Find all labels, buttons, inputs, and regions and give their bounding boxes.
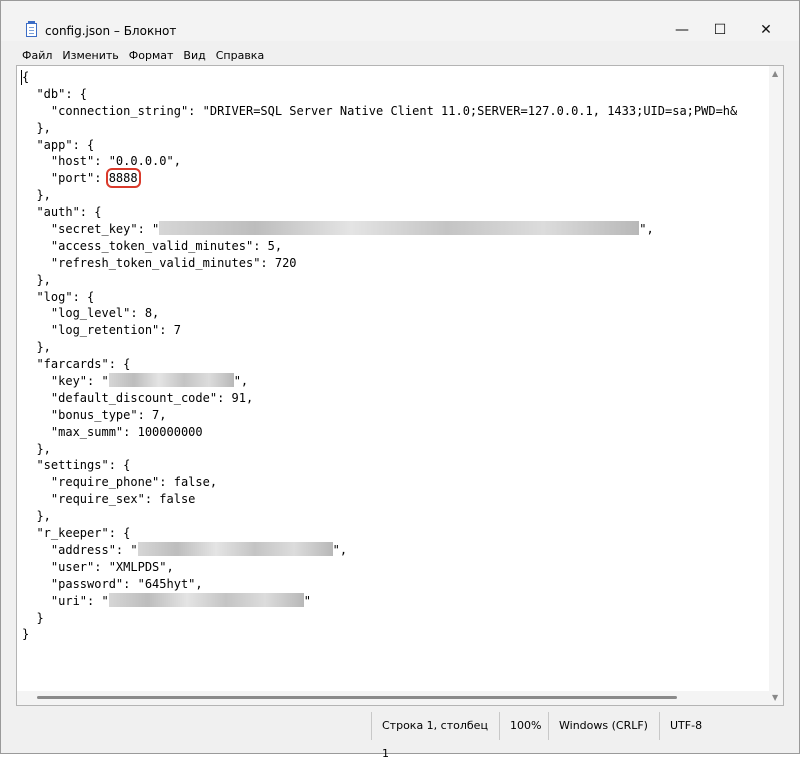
editor-line: "settings": {	[22, 458, 131, 473]
editor-line: "key": " ",	[22, 373, 249, 389]
minimize-icon: —	[675, 22, 689, 38]
editor-line: }	[22, 610, 44, 625]
close-icon: ✕	[760, 22, 772, 38]
editor-line: "default_discount_code": 91,	[22, 390, 254, 405]
text-editor[interactable]: { "db": { "connection_string": "DRIVER=S…	[16, 65, 784, 706]
editor-line: "user": "XMLPDS",	[22, 559, 174, 574]
window-title: config.json – Блокнот	[45, 24, 177, 38]
editor-line: },	[22, 441, 51, 456]
editor-line: "require_phone": false,	[22, 475, 218, 490]
editor-line: "refresh_token_valid_minutes": 720	[22, 255, 297, 270]
maximize-button[interactable]: ☐	[697, 19, 743, 41]
editor-line: "password": "645hyt",	[22, 576, 203, 591]
editor-line: "access_token_valid_minutes": 5,	[22, 238, 283, 253]
redacted-value	[108, 373, 234, 388]
vertical-scrollbar[interactable]: ▲ ▼	[769, 66, 783, 705]
status-encoding: UTF-8	[659, 712, 780, 740]
editor-line: "log": {	[22, 289, 95, 304]
highlighted-port-value: 8888	[105, 168, 141, 189]
editor-line: "farcards": {	[22, 357, 131, 372]
menu-help[interactable]: Справка	[211, 46, 269, 66]
status-line-endings: Windows (CRLF)	[548, 712, 659, 740]
editor-line: "db": {	[22, 86, 88, 101]
editor-line: },	[22, 340, 51, 355]
horizontal-scrollbar[interactable]	[17, 691, 769, 705]
status-position: Строка 1, столбец 1	[371, 712, 499, 760]
status-zoom: 100%	[499, 712, 548, 740]
editor-line: "connection_string": "DRIVER=SQL Server …	[22, 103, 738, 118]
editor-line: "host": "0.0.0.0",	[22, 154, 181, 169]
title-bar[interactable]: config.json – Блокнот — ☐ ✕	[1, 1, 799, 41]
editor-line: "auth": {	[22, 205, 102, 220]
editor-line: },	[22, 509, 51, 524]
editor-line: {	[22, 70, 30, 84]
redacted-value	[137, 541, 333, 556]
editor-line: },	[22, 120, 51, 135]
scroll-down-icon[interactable]: ▼	[772, 693, 778, 702]
editor-line: "log_retention": 7	[22, 323, 181, 338]
maximize-icon: ☐	[713, 22, 727, 38]
status-bar: Строка 1, столбец 1 100% Windows (CRLF) …	[1, 712, 799, 760]
editor-line: "bonus_type": 7,	[22, 407, 167, 422]
notepad-icon	[26, 21, 37, 37]
horizontal-scroll-thumb[interactable]	[37, 696, 677, 699]
editor-line: "uri": " "	[22, 592, 311, 608]
menu-format[interactable]: Формат	[124, 46, 179, 66]
menu-edit[interactable]: Изменить	[57, 46, 123, 66]
menu-bar: Файл Изменить Формат Вид Справка	[1, 46, 269, 66]
editor-content[interactable]: { "db": { "connection_string": "DRIVER=S…	[22, 69, 737, 643]
editor-line: },	[22, 272, 51, 287]
editor-line: "port": 8888	[22, 168, 141, 189]
editor-line: "secret_key": " ",	[22, 221, 654, 237]
notepad-window: config.json – Блокнот — ☐ ✕ Файл Изменит…	[0, 0, 800, 760]
menu-view[interactable]: Вид	[178, 46, 210, 66]
redacted-value	[159, 221, 640, 236]
menu-file[interactable]: Файл	[1, 46, 57, 66]
editor-line: "require_sex": false	[22, 492, 196, 507]
editor-line: },	[22, 188, 51, 203]
editor-line: "max_summ": 100000000	[22, 424, 203, 439]
editor-line: "r_keeper": {	[22, 526, 131, 541]
editor-line: "app": {	[22, 137, 95, 152]
editor-line: "log_level": 8,	[22, 306, 160, 321]
redacted-value	[108, 592, 304, 607]
editor-line: }	[22, 627, 30, 642]
close-button[interactable]: ✕	[743, 19, 789, 41]
editor-line: "address": " ",	[22, 541, 348, 557]
scroll-up-icon[interactable]: ▲	[772, 69, 778, 78]
